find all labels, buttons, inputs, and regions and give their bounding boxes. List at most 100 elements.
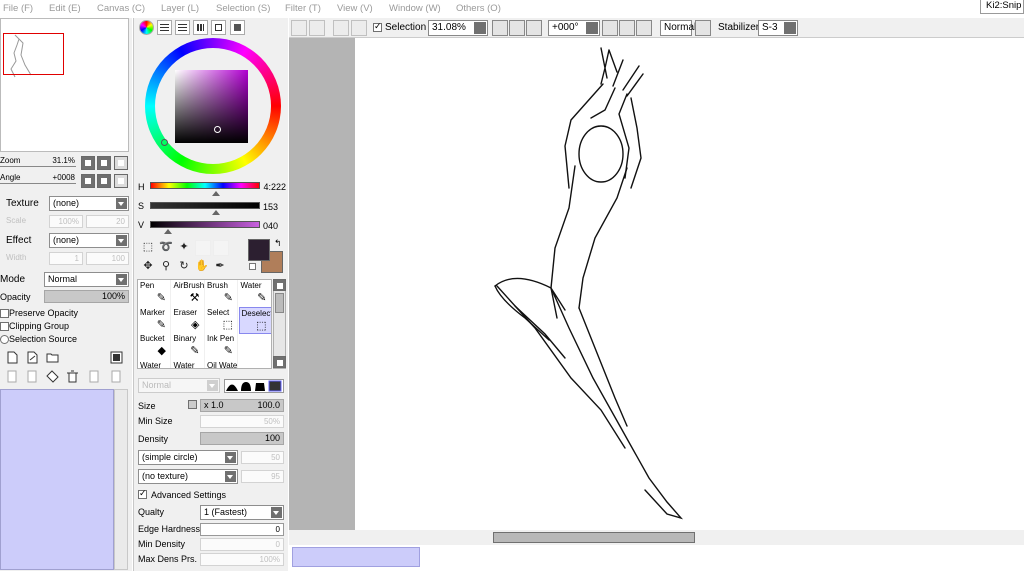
zoom-fit-button[interactable] [526, 20, 542, 36]
swatches-tab[interactable] [193, 20, 208, 35]
clear-layer-icon[interactable] [46, 370, 59, 383]
document-tab[interactable] [292, 547, 420, 567]
width-field[interactable]: 1 [49, 252, 83, 265]
navigator-preview[interactable] [0, 18, 129, 152]
zoom-select[interactable]: 31.08% [428, 20, 488, 36]
flatten-icon[interactable] [110, 370, 123, 383]
color-wheel-tab[interactable] [139, 20, 154, 35]
menu-selection[interactable]: Selection (S) [216, 3, 270, 14]
brush-cell[interactable]: Deselect ⬚ [238, 306, 271, 334]
brush-cell[interactable]: Pen ✎ [138, 280, 171, 307]
rotate-cw-button[interactable] [619, 20, 635, 36]
navigator-view-frame[interactable] [3, 33, 64, 75]
merge-visible-icon[interactable] [88, 370, 101, 383]
new-linework-layer-icon[interactable] [26, 351, 39, 364]
zoom-out-button[interactable] [492, 20, 508, 36]
menu-view[interactable]: View (V) [337, 3, 373, 14]
density-slider[interactable]: 100 [200, 432, 284, 445]
zoom-in-button[interactable] [97, 156, 111, 170]
value-slider-thumb[interactable] [163, 229, 172, 234]
min-size-slider[interactable]: 50% [200, 415, 284, 428]
menu-canvas[interactable]: Canvas (C) [97, 3, 145, 14]
saturation-slider-thumb[interactable] [212, 210, 220, 215]
brush-cell[interactable]: Marker ✎ [138, 306, 171, 334]
opacity-slider[interactable]: 100% [44, 290, 129, 303]
invert-selection-button[interactable] [351, 20, 367, 36]
brush-cell[interactable]: Water [138, 359, 171, 368]
preserve-opacity-checkbox[interactable] [0, 309, 9, 318]
hue-picker-cursor[interactable] [161, 139, 168, 146]
menu-filter[interactable]: Filter (T) [285, 3, 321, 14]
effect-select[interactable]: (none) [49, 233, 129, 248]
zoom-reset-button[interactable] [114, 156, 128, 170]
size-slider[interactable]: x 1.0 100.0 [200, 399, 284, 412]
menu-layer[interactable]: Layer (L) [161, 3, 199, 14]
brush-cell[interactable]: Ink Pen ✎ [205, 333, 238, 360]
advanced-settings-checkbox[interactable] [138, 488, 147, 499]
canvas[interactable] [355, 38, 1024, 530]
rotate-left-button[interactable] [81, 174, 95, 188]
sv-picker-cursor[interactable] [214, 126, 221, 133]
brush-cell[interactable]: Brush ✎ [205, 280, 238, 307]
blend-mode-select[interactable]: Normal [44, 272, 129, 287]
rotate-icon[interactable]: ↻ [177, 259, 191, 273]
brush-cell[interactable]: Binary ✎ [172, 333, 205, 360]
zoom-in-button[interactable] [509, 20, 525, 36]
rgb-slider-tab[interactable] [157, 20, 172, 35]
brush-cell[interactable]: Oil Wate [205, 359, 238, 368]
scroll-up-button[interactable] [273, 279, 286, 291]
brush-cell[interactable]: Bucket ◆ [138, 333, 171, 360]
deselect-button[interactable] [333, 20, 349, 36]
rotate-right-button[interactable] [97, 174, 111, 188]
quality-select[interactable]: 1 (Fastest) [200, 505, 284, 520]
redo-button[interactable] [309, 20, 325, 36]
rotation-select[interactable]: +000° [548, 20, 600, 36]
hue-slider-thumb[interactable] [212, 191, 220, 196]
delete-layer-icon[interactable] [66, 370, 79, 383]
brush-cell[interactable] [239, 359, 271, 368]
min-density-slider[interactable]: 0 [200, 538, 284, 551]
brush-cell[interactable]: AirBrush ⚒ [172, 280, 205, 307]
texture-strength-field[interactable]: 95 [241, 470, 284, 483]
brush-cell[interactable]: Water ✎ [239, 280, 271, 307]
magic-wand-icon[interactable]: ✦ [177, 240, 191, 254]
move-icon[interactable]: ✥ [141, 259, 155, 273]
saturation-slider[interactable] [150, 202, 260, 209]
stabilizer-select[interactable]: S-3 [758, 20, 798, 36]
menu-others[interactable]: Others (O) [456, 3, 501, 14]
scratchpad-tab[interactable] [211, 20, 226, 35]
texture-select[interactable]: (none) [49, 196, 129, 211]
rotate-reset-button[interactable] [636, 20, 652, 36]
width-number-field[interactable]: 100 [86, 252, 129, 265]
canvas-horizontal-scrollbar[interactable] [289, 530, 1024, 545]
lasso-icon[interactable]: ➰ [159, 240, 173, 254]
layer-settings-icon[interactable] [110, 351, 123, 364]
shape-strength-field[interactable]: 50 [241, 451, 284, 464]
brush-grid-scrollbar[interactable] [273, 279, 286, 369]
brush-shape-selector[interactable] [224, 379, 284, 393]
horizontal-scroll-thumb[interactable] [493, 532, 695, 543]
brush-blend-select[interactable]: Normal [138, 378, 220, 393]
eyedropper-icon[interactable]: ✒ [213, 259, 227, 273]
zoom-row[interactable]: Zoom 31.1% [0, 156, 78, 167]
merge-down-icon[interactable] [26, 370, 39, 383]
value-slider[interactable] [150, 221, 260, 228]
saturation-value-square[interactable] [175, 70, 248, 143]
rotate-reset-button[interactable] [114, 174, 128, 188]
layer-list[interactable] [0, 389, 114, 570]
hand-icon[interactable]: ✋ [195, 259, 209, 273]
scroll-down-button[interactable] [273, 356, 286, 368]
brush-cell[interactable]: Eraser ◈ [172, 306, 205, 334]
show-selection-checkbox[interactable] [373, 21, 382, 32]
max-density-slider[interactable]: 100% [200, 553, 284, 566]
new-layer-icon[interactable] [6, 351, 19, 364]
size-pressure-checkbox[interactable] [188, 400, 197, 409]
scale-field[interactable]: 100% [49, 215, 83, 228]
new-folder-icon[interactable] [46, 351, 59, 364]
transfer-down-icon[interactable] [6, 370, 19, 383]
brush-cell[interactable]: Water [172, 359, 205, 368]
snip-window-tab[interactable]: Ki2:Snip [980, 0, 1024, 14]
undo-button[interactable] [291, 20, 307, 36]
brush-texture-select[interactable]: (no texture) [138, 469, 238, 484]
hsv-slider-tab[interactable] [175, 20, 190, 35]
